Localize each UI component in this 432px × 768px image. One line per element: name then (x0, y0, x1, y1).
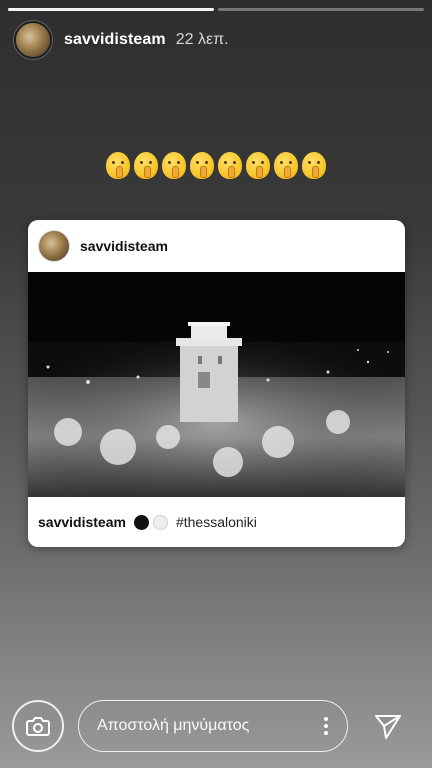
post-header: savvidisteam (28, 220, 405, 272)
emoji-row (0, 152, 432, 179)
story-progress-segment (218, 8, 424, 11)
send-message-input[interactable]: Αποστολή μηνύματος (78, 700, 348, 752)
story-progress-segment (8, 8, 214, 11)
shushing-face-icon (190, 152, 214, 179)
story-timestamp: 22 λεπ. (175, 31, 229, 48)
post-avatar (38, 230, 70, 262)
shushing-face-icon (134, 152, 158, 179)
white-circle-icon (152, 514, 168, 530)
shushing-face-icon (302, 152, 326, 179)
send-icon (375, 715, 401, 739)
shared-post-card[interactable]: savvidisteam savvidisteam #thessaloniki (28, 220, 405, 547)
black-circle-icon (133, 514, 149, 530)
white-tower-photo (28, 272, 405, 497)
caption-hashtag[interactable]: #thessaloniki (176, 514, 257, 530)
caption-username: savvidisteam (38, 514, 126, 530)
shushing-face-icon (274, 152, 298, 179)
shushing-face-icon (162, 152, 186, 179)
shushing-face-icon (106, 152, 130, 179)
post-image (28, 272, 405, 497)
shushing-face-icon (246, 152, 270, 179)
story-progress-bar (8, 8, 424, 11)
story-username[interactable]: savvidisteam (64, 31, 166, 49)
message-placeholder: Αποστολή μηνύματος (97, 717, 250, 734)
more-vertical-icon[interactable] (323, 717, 329, 735)
send-button[interactable] (372, 710, 404, 742)
camera-button[interactable] (12, 700, 64, 752)
post-username: savvidisteam (80, 238, 168, 254)
avatar[interactable] (14, 21, 52, 59)
camera-icon (26, 717, 50, 736)
story-header: savvidisteam 22 λεπ. (14, 20, 418, 60)
story-reply-bar: Αποστολή μηνύματος (0, 696, 432, 768)
post-caption: savvidisteam #thessaloniki (28, 497, 405, 547)
shushing-face-icon (218, 152, 242, 179)
